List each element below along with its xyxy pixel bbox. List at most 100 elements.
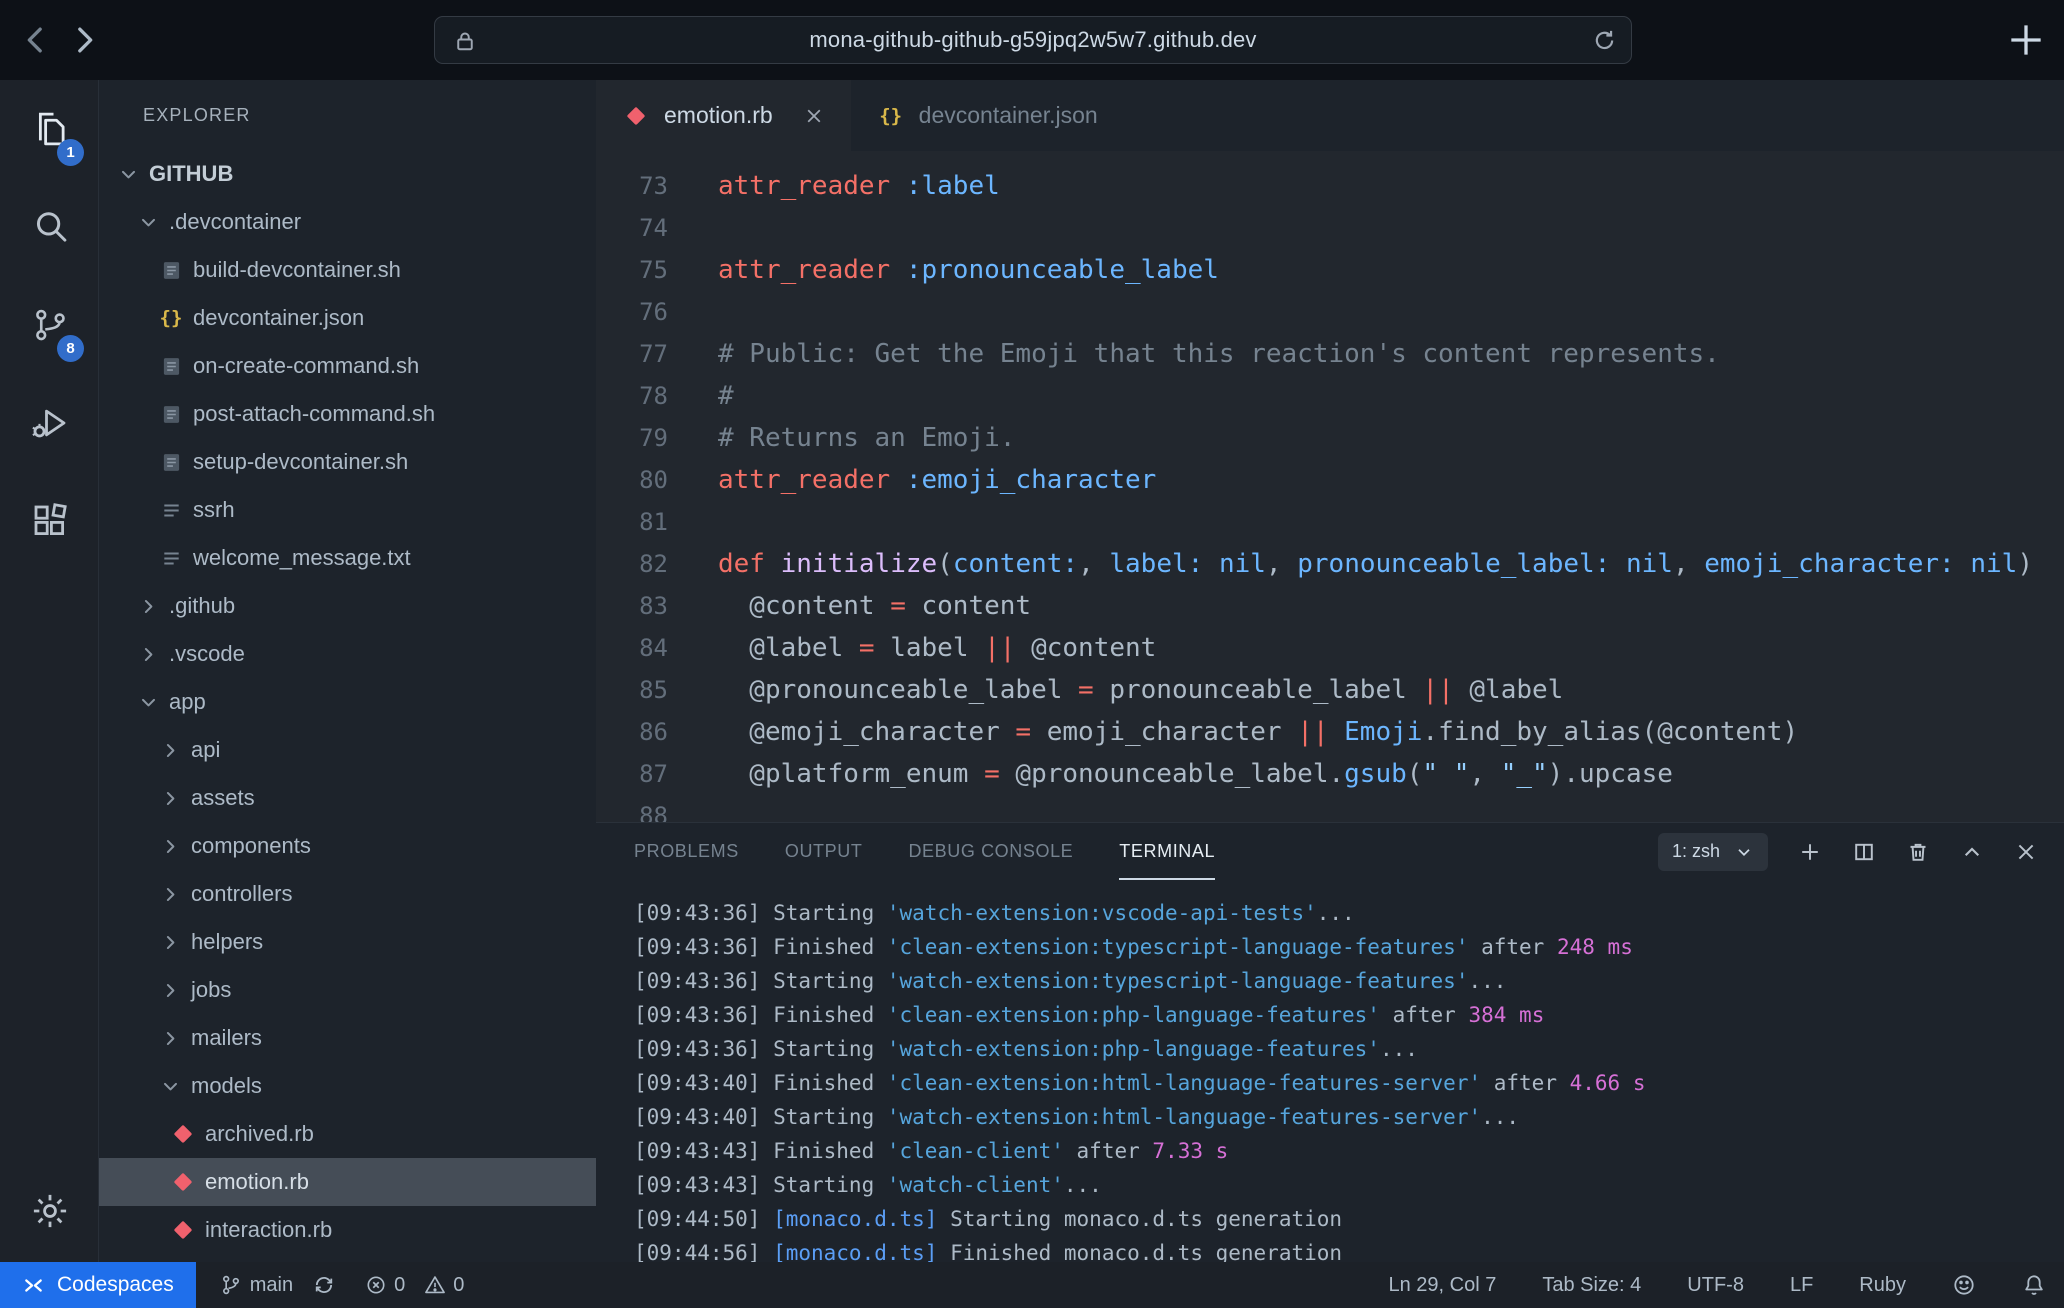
close-panel-button[interactable] bbox=[2014, 840, 2038, 864]
tree-item-devcontainer.json[interactable]: {}devcontainer.json bbox=[99, 294, 596, 342]
ruby-file-icon bbox=[169, 1220, 197, 1240]
tree-item-build-devcontainer.sh[interactable]: build-devcontainer.sh bbox=[99, 246, 596, 294]
tree-item-label: interaction.rb bbox=[205, 1217, 332, 1243]
notifications-button[interactable] bbox=[2022, 1273, 2046, 1297]
tree-item-helpers[interactable]: helpers bbox=[99, 918, 596, 966]
eol-indicator[interactable]: LF bbox=[1790, 1274, 1813, 1297]
branch-indicator[interactable]: main bbox=[220, 1274, 293, 1297]
chevron-right-icon bbox=[157, 932, 183, 953]
tab-label: devcontainer.json bbox=[919, 102, 1098, 129]
chevron-down-icon bbox=[135, 212, 161, 233]
code-editor[interactable]: 73attr_reader :label7475attr_reader :pro… bbox=[596, 151, 2064, 822]
kill-terminal-button[interactable] bbox=[1906, 840, 1930, 864]
branch-name: main bbox=[250, 1274, 293, 1297]
chevron-right-icon bbox=[135, 644, 161, 665]
tree-item-assets[interactable]: assets bbox=[99, 774, 596, 822]
activity-run-debug[interactable] bbox=[0, 374, 99, 472]
panel-header: PROBLEMS OUTPUT DEBUG CONSOLE TERMINAL 1: z… bbox=[596, 823, 2064, 880]
source-control-badge: 8 bbox=[57, 335, 84, 362]
feedback-button[interactable] bbox=[1952, 1273, 1976, 1297]
cursor-position[interactable]: Ln 29, Col 7 bbox=[1388, 1274, 1496, 1297]
tab-emotion.rb[interactable]: emotion.rb bbox=[596, 80, 851, 151]
tree-item-post-attach-command.sh[interactable]: post-attach-command.sh bbox=[99, 390, 596, 438]
tree-item-jobs[interactable]: jobs bbox=[99, 966, 596, 1014]
browser-forward-button[interactable] bbox=[60, 16, 108, 64]
sync-button[interactable] bbox=[313, 1274, 335, 1296]
terminal-line: [09:44:56] [monaco.d.ts] Finished monaco… bbox=[634, 1236, 2064, 1262]
tree-item-welcome_message.txt[interactable]: welcome_message.txt bbox=[99, 534, 596, 582]
activity-bar-bottom bbox=[0, 1162, 99, 1260]
code-text: @pronounceable_label = pronounceable_lab… bbox=[718, 669, 1563, 711]
tree-item-label: mailers bbox=[191, 1025, 262, 1051]
maximize-panel-button[interactable] bbox=[1960, 840, 1984, 864]
tree-item-emotion.rb[interactable]: emotion.rb bbox=[99, 1158, 596, 1206]
activity-extensions[interactable] bbox=[0, 472, 99, 570]
tree-item-controllers[interactable]: controllers bbox=[99, 870, 596, 918]
language-indicator[interactable]: Ruby bbox=[1859, 1274, 1906, 1297]
tree-item-app[interactable]: app bbox=[99, 678, 596, 726]
code-line: 86 @emoji_character = emoji_character ||… bbox=[596, 711, 2064, 753]
terminal-output[interactable]: [09:43:36] Starting 'watch-extension:vsc… bbox=[596, 880, 2064, 1262]
smiley-icon bbox=[1952, 1273, 1976, 1297]
search-icon bbox=[29, 206, 71, 248]
status-bar: Codespaces main 0 0 Ln 29, Col 7 Tab Size… bbox=[0, 1262, 2064, 1308]
panel-actions: 1: zsh bbox=[1658, 833, 2064, 871]
terminal-line: [09:43:36] Starting 'watch-extension:typ… bbox=[634, 964, 2064, 998]
tree-item-ssrh[interactable]: ssrh bbox=[99, 486, 596, 534]
problems-indicator[interactable]: 0 0 bbox=[365, 1274, 464, 1297]
code-text: # bbox=[718, 375, 734, 417]
tree-item-.vscode[interactable]: .vscode bbox=[99, 630, 596, 678]
error-count: 0 bbox=[394, 1274, 405, 1297]
close-icon[interactable] bbox=[803, 105, 825, 127]
chevron-right-icon bbox=[157, 788, 183, 809]
tree-item-mailers[interactable]: mailers bbox=[99, 1014, 596, 1062]
activity-explorer[interactable]: 1 bbox=[0, 80, 99, 178]
gear-icon bbox=[29, 1190, 71, 1232]
chevron-down-icon bbox=[135, 692, 161, 713]
terminal-line: [09:44:50] [monaco.d.ts] Starting monaco… bbox=[634, 1202, 2064, 1236]
tree-item-label: ssrh bbox=[193, 497, 235, 523]
browser-address-bar[interactable]: mona-github-github-g59jpq2w5w7.github.de… bbox=[434, 16, 1632, 64]
encoding-indicator[interactable]: UTF-8 bbox=[1687, 1274, 1744, 1297]
new-terminal-button[interactable] bbox=[1798, 840, 1822, 864]
file-tree: GITHUB.devcontainerbuild-devcontainer.sh… bbox=[99, 150, 596, 1254]
tree-item-on-create-command.sh[interactable]: on-create-command.sh bbox=[99, 342, 596, 390]
tab-label: emotion.rb bbox=[664, 102, 773, 129]
activity-search[interactable] bbox=[0, 178, 99, 276]
code-line: 76 bbox=[596, 291, 2064, 333]
browser-back-button[interactable] bbox=[12, 16, 60, 64]
new-tab-button[interactable] bbox=[2004, 18, 2048, 62]
tree-item-components[interactable]: components bbox=[99, 822, 596, 870]
tab-devcontainer.json[interactable]: {}devcontainer.json bbox=[851, 80, 1124, 151]
activity-settings[interactable] bbox=[0, 1162, 99, 1260]
panel-tab-output[interactable]: OUTPUT bbox=[785, 823, 863, 880]
trash-icon bbox=[1906, 840, 1930, 864]
chevron-right-icon bbox=[157, 740, 183, 761]
tree-item-setup-devcontainer.sh[interactable]: setup-devcontainer.sh bbox=[99, 438, 596, 486]
arrow-right-icon bbox=[64, 20, 104, 60]
reload-button[interactable] bbox=[1592, 28, 1617, 53]
activity-source-control[interactable]: 8 bbox=[0, 276, 99, 374]
tree-item-api[interactable]: api bbox=[99, 726, 596, 774]
terminal-line: [09:43:40] Finished 'clean-extension:htm… bbox=[634, 1066, 2064, 1100]
tree-item-models[interactable]: models bbox=[99, 1062, 596, 1110]
shell-file-icon bbox=[157, 259, 185, 282]
panel-tab-problems[interactable]: PROBLEMS bbox=[634, 823, 739, 880]
error-icon bbox=[365, 1274, 387, 1296]
tab-size-indicator[interactable]: Tab Size: 4 bbox=[1542, 1274, 1641, 1297]
tree-item-GITHUB[interactable]: GITHUB bbox=[99, 150, 596, 198]
panel-tab-debug-console[interactable]: DEBUG CONSOLE bbox=[908, 823, 1073, 880]
code-line: 84 @label = label || @content bbox=[596, 627, 2064, 669]
tree-item-.github[interactable]: .github bbox=[99, 582, 596, 630]
tree-item-interaction.rb[interactable]: interaction.rb bbox=[99, 1206, 596, 1254]
tree-item-label: helpers bbox=[191, 929, 263, 955]
panel-tab-terminal[interactable]: TERMINAL bbox=[1119, 823, 1215, 880]
code-text: # Public: Get the Emoji that this reacti… bbox=[718, 333, 1720, 375]
tree-item-.devcontainer[interactable]: .devcontainer bbox=[99, 198, 596, 246]
split-terminal-button[interactable] bbox=[1852, 840, 1876, 864]
codespaces-status-button[interactable]: Codespaces bbox=[0, 1262, 196, 1308]
terminal-selector[interactable]: 1: zsh bbox=[1658, 833, 1768, 871]
tree-item-archived.rb[interactable]: archived.rb bbox=[99, 1110, 596, 1158]
arrow-left-icon bbox=[16, 20, 56, 60]
warning-count: 0 bbox=[453, 1274, 464, 1297]
